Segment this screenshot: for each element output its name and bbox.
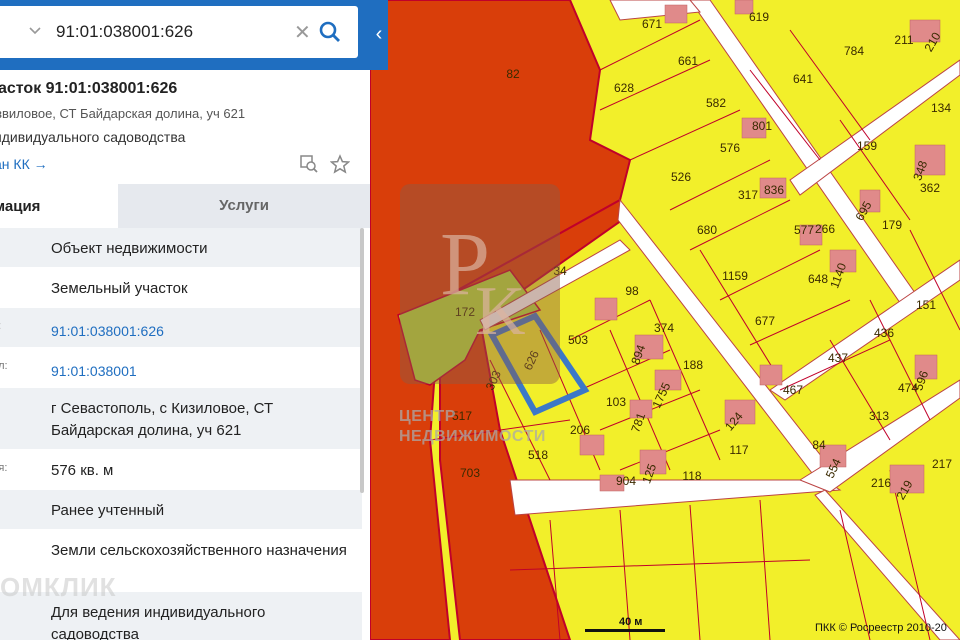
attribute-value: 576 кв. м — [51, 462, 114, 479]
parcel-label: 526 — [671, 170, 691, 184]
parcel-label: 641 — [793, 72, 813, 86]
parcel-label: 437 — [828, 351, 848, 365]
attribute-value: Ранее учтенный — [51, 502, 165, 519]
attribute-value: г Севастополь, с Кизиловое, СТ Байдарска… — [51, 400, 274, 439]
parcel-label: 677 — [755, 314, 775, 328]
parcel-label: 680 — [697, 223, 717, 237]
parcel-label: 582 — [706, 96, 726, 110]
attribute-row: Ранее учтенный — [0, 490, 362, 530]
parcel-label: 118 — [682, 469, 701, 483]
attribute-link[interactable]: 91:01:038001:626 — [51, 320, 351, 342]
parcel-label: 217 — [932, 457, 952, 471]
parcel-label: 671 — [642, 17, 662, 31]
attribute-row: ал: 91:01:038001 — [0, 348, 362, 388]
map-copyright: ПКК © Росреестр 2010-20 — [815, 622, 947, 634]
watermark-logo: P K — [400, 184, 560, 384]
parcel-label: 436 — [874, 326, 894, 340]
parcel-label: 374 — [654, 321, 674, 335]
clear-icon[interactable]: ✕ — [294, 20, 311, 45]
parcel-label: 628 — [614, 81, 634, 95]
watermark-center-text: ЦЕНТР НЕДВИЖИМОСТИ — [399, 408, 546, 445]
parcel-label: 266 — [815, 222, 835, 236]
chevron-down-icon[interactable] — [28, 24, 44, 40]
parcel-label: 784 — [844, 44, 864, 58]
parcel-label: 211 — [894, 33, 913, 47]
tabs: мация Услуги — [0, 184, 370, 228]
parcel-label: 619 — [749, 10, 769, 24]
parcel-label: 518 — [528, 448, 548, 462]
parcel-label: 661 — [678, 54, 698, 68]
attribute-row: Объект недвижимости — [0, 228, 362, 268]
parcel-label: 313 — [869, 409, 889, 423]
usage-text: ндивидуального садоводства — [0, 129, 186, 145]
scale-bar — [585, 629, 665, 632]
parcel-label: 836 — [764, 183, 784, 197]
parcel-label: 151 — [916, 298, 936, 312]
info-panel: асток 91:01:038001:626 звиловое, СТ Байд… — [0, 0, 370, 640]
attribute-row: Земельный участок — [0, 268, 362, 308]
zoom-to-icon[interactable] — [300, 155, 318, 173]
page-title: асток 91:01:038001:626 — [0, 80, 178, 97]
scrollbar[interactable] — [360, 228, 364, 493]
collapse-panel-icon[interactable]: ‹ — [370, 20, 388, 48]
parcel-label: 904 — [616, 474, 636, 488]
attribute-row: г Севастополь, с Кизиловое, СТ Байдарска… — [0, 388, 362, 450]
domclick-watermark: ОМКЛИК — [0, 572, 117, 602]
attribute-value: Земли сельскохозяйственного назначения — [51, 542, 347, 559]
attribute-value: Объект недвижимости — [51, 240, 208, 257]
search-bar: 91:01:038001:626 ✕ ‹ — [0, 0, 388, 70]
plan-kk-link[interactable]: ан КК → — [0, 156, 48, 172]
search-icon[interactable] — [318, 20, 342, 44]
map-scale: 40 м — [585, 616, 665, 632]
parcel-label: 703 — [460, 466, 480, 480]
parcel-label: 159 — [857, 139, 877, 153]
parcel-label: 577 — [794, 223, 814, 237]
parcel-label: 117 — [729, 443, 748, 457]
parcel-label: 84 — [812, 438, 826, 452]
parcel-label: 179 — [882, 218, 902, 232]
address-subtitle: звиловое, СТ Байдарская долина, уч 621 — [0, 106, 246, 121]
parcel-label: 206 — [570, 423, 590, 437]
parcel-label: 188 — [683, 358, 703, 372]
parcel-label: 82 — [506, 67, 520, 81]
parcel-label: 317 — [738, 188, 758, 202]
parcel-label: 467 — [783, 383, 803, 397]
parcel-label: 576 — [720, 141, 740, 155]
parcel-label: 103 — [606, 395, 626, 409]
tab-services[interactable]: Услуги — [118, 184, 370, 228]
parcel-label: 648 — [808, 272, 828, 286]
parcel-label: 98 — [625, 284, 639, 298]
parcel-label: 503 — [568, 333, 588, 347]
tab-information[interactable]: мация — [0, 184, 118, 228]
svg-text:K: K — [475, 273, 526, 350]
scale-label: 40 м — [619, 616, 643, 628]
attribute-link[interactable]: 91:01:038001 — [51, 360, 351, 382]
attribute-label: ал: — [0, 360, 8, 372]
parcel-label: 216 — [871, 476, 891, 490]
star-icon[interactable] — [329, 154, 351, 174]
attribute-label: дя: — [0, 462, 8, 474]
attribute-row: р: 91:01:038001:626 — [0, 308, 362, 348]
parcel-label: 1159 — [722, 269, 748, 283]
parcel-label: 134 — [931, 101, 951, 115]
parcel-label: 362 — [920, 181, 940, 195]
attribute-value: Земельный участок — [51, 280, 188, 297]
search-input[interactable]: 91:01:038001:626 ✕ — [0, 6, 358, 58]
attribute-row: дя: 576 кв. м — [0, 450, 362, 490]
attribute-value: Для ведения индивидуального садоводства — [51, 604, 266, 640]
attribute-label: р: — [0, 320, 1, 332]
parcel-label: 801 — [752, 119, 772, 133]
search-value[interactable]: 91:01:038001:626 — [56, 22, 193, 42]
